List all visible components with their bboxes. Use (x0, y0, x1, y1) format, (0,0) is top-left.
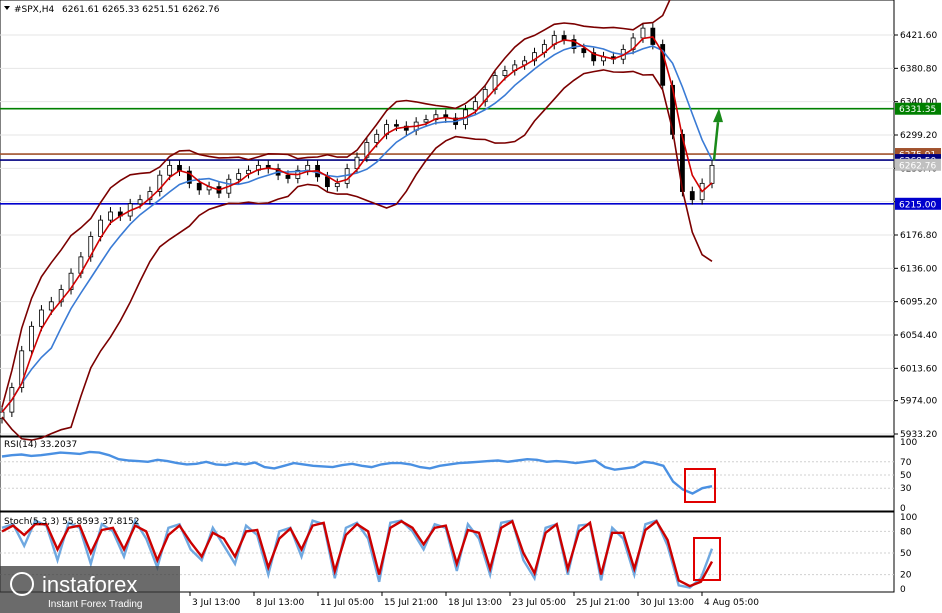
candle-body (137, 199, 143, 205)
price-level-tag-label: 6215.00 (899, 200, 936, 210)
candle-body (561, 35, 567, 40)
price-tick-label: 5974.00 (900, 397, 937, 407)
osc-tick-label: 50 (900, 471, 912, 481)
candle-body (196, 182, 202, 191)
price-tick-label: 6095.20 (900, 298, 937, 308)
time-tick-label: 23 Jul 05:00 (512, 598, 566, 608)
candle-body (640, 27, 646, 39)
candle-body (236, 173, 242, 180)
price-tick-label: 6054.40 (900, 331, 937, 341)
candle-body (502, 70, 508, 76)
price-tick-label: 6299.20 (900, 131, 937, 141)
osc-tick-label: 50 (900, 549, 912, 559)
price-tick-label: 6380.80 (900, 64, 937, 74)
candle-body (581, 48, 587, 54)
logo-tagline: Instant Forex Trading (48, 599, 143, 610)
osc-tick-label: 70 (900, 458, 912, 468)
candle-body (167, 164, 173, 176)
price-level-tag-label: 6331.35 (899, 105, 936, 115)
rsi-title: RSI(14) 33.2037 (4, 440, 77, 450)
time-tick-label: 18 Jul 13:00 (448, 598, 502, 608)
osc-tick-label: 80 (900, 527, 912, 537)
candle-body (334, 182, 340, 188)
candle-body (39, 309, 44, 327)
symbol-label: #SPX,H4 (14, 5, 54, 15)
candle-body (709, 164, 715, 184)
price-tick-label: 6136.00 (900, 264, 937, 274)
osc-tick-label: 100 (900, 438, 917, 448)
candle-body (394, 124, 399, 127)
time-tick-label: 15 Jul 21:00 (384, 598, 438, 608)
price-panel-frame (0, 0, 895, 437)
osc-tick-label: 100 (900, 513, 917, 523)
time-tick-label: 8 Jul 13:00 (256, 598, 305, 608)
candle-body (305, 164, 311, 171)
ohlc-label: 6261.61 6265.33 6251.51 6262.76 (62, 5, 220, 15)
candle-body (472, 101, 478, 111)
candle-body (285, 174, 291, 179)
osc-tick-label: 20 (900, 571, 912, 581)
candle-body (374, 133, 380, 143)
candle-body (29, 325, 34, 352)
osc-tick-label: 30 (900, 484, 912, 494)
stoch-title: Stoch(5,3,3) 55.8593 37.8152 (4, 517, 139, 527)
time-tick-label: 11 Jul 05:00 (320, 598, 374, 608)
candle-body (98, 219, 104, 237)
candle-body (689, 191, 695, 201)
chart-stage: 6421.606380.806340.006299.206258.406217.… (0, 0, 941, 613)
candle-body (423, 119, 429, 123)
time-tick-label: 30 Jul 13:00 (640, 598, 694, 608)
logo-brand: instaforex (42, 572, 137, 597)
price-level-tag-label: 6262.76 (899, 161, 936, 171)
candle-body (108, 211, 113, 221)
price-tick-label: 6421.60 (900, 31, 937, 41)
time-tick-label: 25 Jul 21:00 (576, 598, 630, 608)
time-tick-label: 3 Jul 13:00 (192, 598, 241, 608)
rsi-panel-frame (0, 436, 895, 512)
instaforex-logo: instaforex Instant Forex Trading (0, 566, 180, 613)
price-tick-label: 6176.80 (900, 231, 937, 241)
candle-body (48, 301, 54, 311)
price-tick-label: 6013.60 (900, 364, 937, 374)
candle-body (325, 176, 330, 188)
osc-tick-label: 0 (900, 585, 906, 595)
time-tick-label: 4 Aug 05:00 (704, 598, 759, 608)
